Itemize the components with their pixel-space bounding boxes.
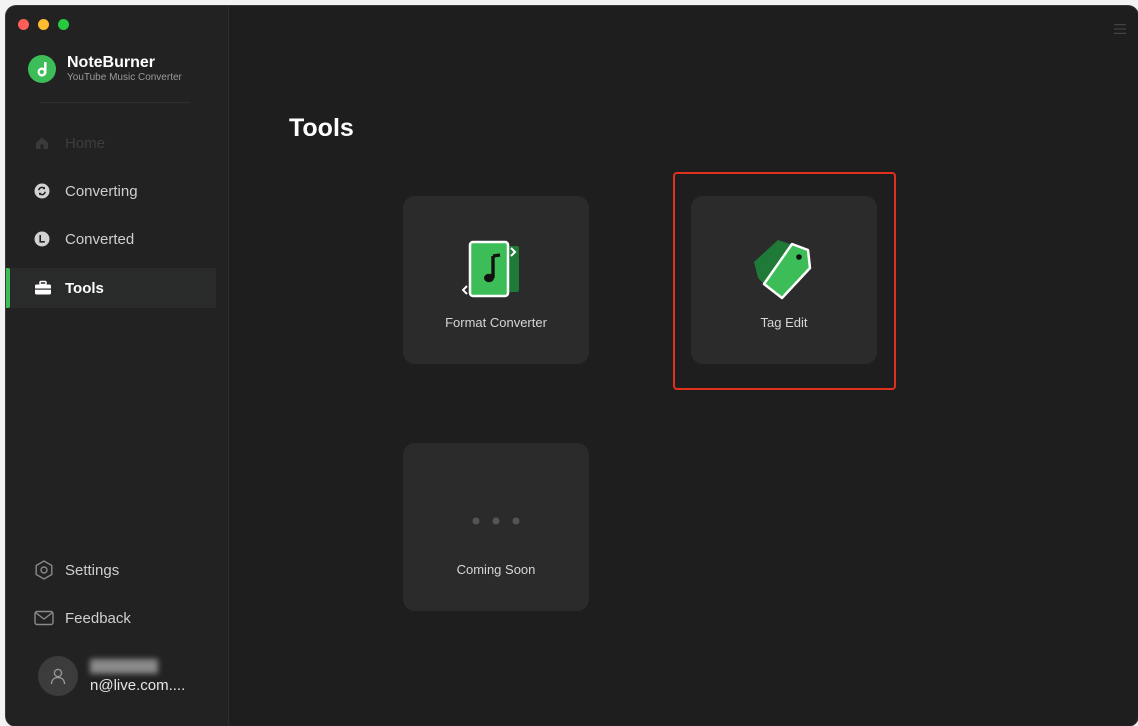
settings-icon [35, 560, 53, 580]
app-subtitle: YouTube Music Converter [67, 72, 182, 83]
toolbox-icon [35, 280, 51, 295]
user-name-redacted: ████████ [90, 658, 159, 673]
sidebar-item-label: Tools [65, 279, 104, 297]
sidebar-item-settings[interactable]: Settings [6, 550, 216, 590]
menu-icon[interactable] [1114, 24, 1126, 34]
card-label: Format Converter [445, 315, 547, 330]
settings-label: Settings [65, 561, 120, 579]
sidebar: NoteBurner YouTube Music Converter Home … [6, 6, 229, 726]
sidebar-divider [40, 102, 190, 103]
user-icon [50, 668, 66, 685]
mail-icon [34, 610, 54, 626]
app-brand: NoteBurner YouTube Music Converter [28, 54, 182, 84]
sidebar-item-label: Converted [65, 230, 135, 248]
noteburner-logo-icon [28, 55, 56, 83]
coming-soon-card: Coming Soon [403, 443, 589, 611]
sidebar-item-home[interactable]: Home [6, 123, 216, 163]
sidebar-item-label: Home [65, 134, 106, 152]
app-name: NoteBurner [67, 54, 156, 71]
page-title: Tools [289, 114, 354, 142]
sidebar-item-converted[interactable]: Converted [6, 219, 216, 259]
user-account[interactable]: ████████ n@live.com.... [38, 656, 185, 696]
sidebar-item-label: Converting [65, 182, 138, 200]
sidebar-item-feedback[interactable]: Feedback [6, 598, 216, 638]
user-email: n@live.com.... [90, 676, 186, 694]
sidebar-item-tools[interactable]: Tools [6, 268, 216, 308]
sidebar-item-converting[interactable]: Converting [6, 171, 216, 211]
home-icon [36, 137, 48, 149]
close-window-button[interactable] [18, 19, 29, 30]
window-controls [18, 19, 69, 30]
selection-highlight [673, 172, 896, 390]
app-window: NoteBurner YouTube Music Converter Home … [6, 6, 1138, 726]
maximize-window-button[interactable] [58, 19, 69, 30]
feedback-label: Feedback [65, 609, 131, 627]
card-label: Coming Soon [456, 562, 536, 577]
minimize-window-button[interactable] [38, 19, 49, 30]
active-indicator [6, 268, 10, 308]
clock-icon [34, 231, 50, 247]
format-converter-icon [462, 240, 519, 298]
ellipsis-icon [472, 517, 520, 525]
converting-icon [34, 183, 50, 199]
main-content: Tools Format Converter Tag Edit Coming S… [229, 6, 1138, 726]
format-converter-card[interactable]: Format Converter [403, 196, 589, 364]
avatar [38, 656, 78, 696]
